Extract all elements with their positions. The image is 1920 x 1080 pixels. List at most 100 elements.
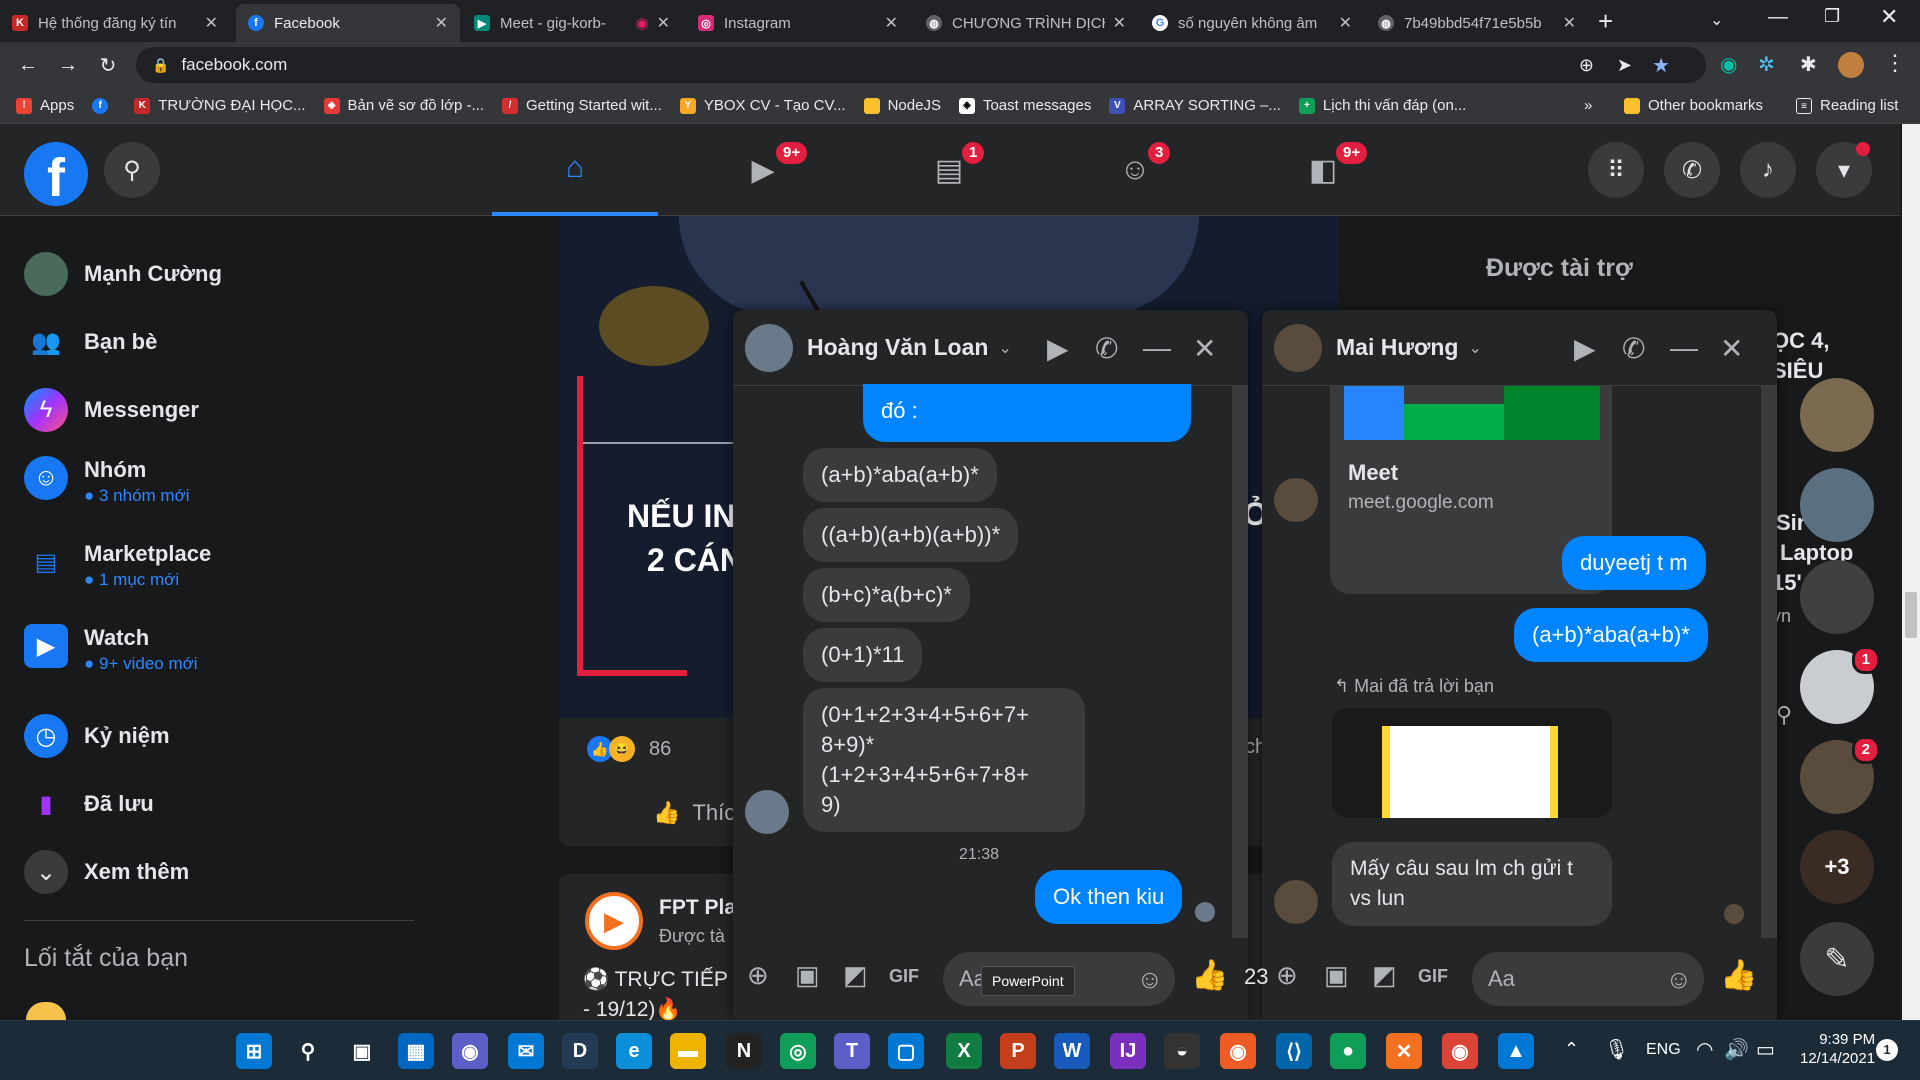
dev-icon[interactable]: D bbox=[562, 1033, 598, 1069]
extension-icon[interactable]: ◉ bbox=[1720, 52, 1737, 77]
plus-circle-icon[interactable]: ⊕ bbox=[1276, 960, 1298, 991]
video-call-icon[interactable]: ▶ bbox=[1047, 332, 1069, 365]
address-bar[interactable]: 🔒 facebook.com ⊕ ➤ ★ bbox=[136, 47, 1706, 83]
tab-search-icon[interactable]: ⌄ bbox=[1710, 10, 1723, 30]
shortcut-avatar[interactable] bbox=[26, 1002, 66, 1020]
restore-icon[interactable]: ❐ bbox=[1824, 6, 1840, 27]
bookmark-item[interactable]: ◈ Bản vẽ sơ đồ lớp -... bbox=[323, 97, 484, 114]
notion-icon[interactable]: N bbox=[726, 1033, 762, 1069]
image-icon[interactable]: ▣ bbox=[795, 960, 820, 991]
chat-scrollbar[interactable] bbox=[1232, 386, 1248, 938]
other-bookmarks[interactable]: Other bookmarks bbox=[1624, 97, 1763, 114]
contact-avatar[interactable] bbox=[1800, 468, 1874, 542]
word-icon[interactable]: W bbox=[1054, 1033, 1090, 1069]
sidebar-item-see-more[interactable]: ⌄ Xem thêm bbox=[24, 850, 189, 894]
mail-icon[interactable]: ✉ bbox=[508, 1033, 544, 1069]
minimize-chat-icon[interactable]: — bbox=[1143, 332, 1171, 364]
language-indicator[interactable]: ENG bbox=[1646, 1041, 1681, 1059]
bookmark-facebook[interactable]: f bbox=[92, 97, 116, 114]
image-attachment[interactable] bbox=[1332, 708, 1612, 818]
sidebar-item-groups[interactable]: ☺ Nhóm ● 3 nhóm mới bbox=[24, 456, 190, 506]
gif-icon[interactable]: GIF bbox=[1418, 966, 1448, 987]
extensions-puzzle-icon[interactable]: ✱ bbox=[1800, 52, 1817, 77]
chrome-icon[interactable]: ◉ bbox=[1442, 1033, 1478, 1069]
emoji-icon[interactable]: ☺ bbox=[1665, 964, 1692, 995]
powerpoint-icon[interactable]: P bbox=[1000, 1033, 1036, 1069]
nav-groups-icon[interactable]: ☺ 3 bbox=[1052, 124, 1218, 216]
minimize-icon[interactable]: — bbox=[1768, 6, 1788, 29]
nav-watch-icon[interactable]: ▶ 9+ bbox=[680, 124, 846, 216]
message-bubble[interactable]: (0+1)*11 bbox=[803, 628, 923, 682]
chat-name[interactable]: Hoàng Văn Loan bbox=[807, 334, 988, 361]
minimize-chat-icon[interactable]: — bbox=[1670, 332, 1698, 364]
widgets-icon[interactable]: ▦ bbox=[398, 1033, 434, 1069]
emoji-icon[interactable]: ☺ bbox=[1136, 964, 1163, 995]
menu-kebab-icon[interactable]: ⋮ bbox=[1884, 50, 1906, 76]
message-bubble[interactable]: duyeetj t m bbox=[1562, 536, 1706, 590]
fpt-play-logo-icon[interactable]: ▶ bbox=[585, 892, 643, 950]
tab-3[interactable]: ◎ Instagram ✕ bbox=[686, 4, 910, 42]
sidebar-item-watch[interactable]: ▶ Watch ● 9+ video mới bbox=[24, 624, 198, 674]
start-icon[interactable]: ⊞ bbox=[236, 1033, 272, 1069]
tab-close-icon[interactable]: ✕ bbox=[657, 13, 670, 33]
tab-close-icon[interactable]: ✕ bbox=[205, 13, 218, 33]
app-icon[interactable]: ◎ bbox=[780, 1033, 816, 1069]
intellij-icon[interactable]: IJ bbox=[1110, 1033, 1146, 1069]
sidebar-item-marketplace[interactable]: ▤ Marketplace ● 1 mục mới bbox=[24, 540, 212, 590]
bookmark-item[interactable]: NodeJS bbox=[863, 97, 941, 114]
window-close-icon[interactable]: ✕ bbox=[1880, 4, 1898, 30]
close-chat-icon[interactable]: ✕ bbox=[1193, 332, 1216, 365]
message-bubble[interactable]: (a+b)*aba(a+b)* bbox=[803, 448, 997, 502]
new-message-icon[interactable]: ✎ bbox=[1800, 922, 1874, 996]
contact-avatar[interactable]: 2 bbox=[1800, 736, 1880, 814]
avatar[interactable] bbox=[1274, 323, 1322, 372]
reaction-summary[interactable]: 👍 😆 86 bbox=[587, 736, 671, 762]
bookmarks-more[interactable]: » bbox=[1584, 97, 1592, 114]
bookmark-item[interactable]: K TRƯỜNG ĐẠI HỌC... bbox=[134, 97, 306, 114]
edge-icon[interactable]: e bbox=[616, 1033, 652, 1069]
contact-avatar[interactable] bbox=[1800, 560, 1874, 634]
message-bubble[interactable]: Ok then kiu bbox=[1035, 870, 1183, 924]
video-call-icon[interactable]: ▶ bbox=[1574, 332, 1596, 365]
more-contacts[interactable]: +3 bbox=[1800, 830, 1874, 904]
profile-avatar[interactable] bbox=[1838, 52, 1864, 78]
bookmark-star-icon[interactable]: ★ bbox=[1652, 53, 1670, 78]
app5-icon[interactable]: ✕ bbox=[1386, 1033, 1422, 1069]
notification-count[interactable]: 1 bbox=[1876, 1039, 1898, 1061]
tab-1[interactable]: f Facebook ✕ bbox=[236, 4, 460, 42]
message-bubble[interactable]: (a+b)*aba(a+b)* bbox=[1514, 608, 1708, 662]
postman-icon[interactable]: ◉ bbox=[1220, 1033, 1256, 1069]
extension2-icon[interactable]: ✲ bbox=[1758, 52, 1775, 77]
message-bubble[interactable]: Mấy câu sau lm ch gửi t vs lun bbox=[1332, 842, 1612, 926]
like-button[interactable]: 👍 Thíc bbox=[653, 800, 735, 826]
tab-close-icon[interactable]: ✕ bbox=[885, 13, 898, 33]
explorer-icon[interactable]: ▬ bbox=[670, 1033, 706, 1069]
contact-avatar[interactable]: 1 bbox=[1800, 646, 1880, 724]
sticker-icon[interactable]: ◩ bbox=[1372, 960, 1397, 991]
chat-name[interactable]: Mai Hương bbox=[1336, 334, 1458, 361]
sidebar-item-saved[interactable]: ▮ Đã lưu bbox=[24, 782, 153, 826]
app2-icon[interactable]: ▢ bbox=[888, 1033, 924, 1069]
bookmark-item[interactable]: V ARRAY SORTING –... bbox=[1109, 97, 1281, 114]
new-tab-button[interactable]: + bbox=[1598, 6, 1613, 37]
close-chat-icon[interactable]: ✕ bbox=[1720, 332, 1743, 365]
nav-marketplace-icon[interactable]: ▤ 1 bbox=[866, 124, 1032, 216]
contact-avatar[interactable] bbox=[1800, 378, 1874, 452]
messenger-icon[interactable]: ✆ bbox=[1664, 142, 1720, 198]
vscode-icon[interactable]: ⟨⟩ bbox=[1276, 1033, 1312, 1069]
bookmark-item[interactable]: / Getting Started wit... bbox=[501, 97, 662, 114]
chevron-down-icon[interactable]: ⌄ bbox=[1468, 338, 1481, 358]
teams-icon[interactable]: T bbox=[834, 1033, 870, 1069]
chat-scrollbar[interactable] bbox=[1761, 386, 1777, 938]
volume-icon[interactable]: 🔊 bbox=[1724, 1037, 1749, 1062]
tab-2[interactable]: ▶ Meet - gig-korb- ◉ ✕ bbox=[462, 4, 682, 42]
tray-chevron-icon[interactable]: ⌃ bbox=[1564, 1039, 1579, 1060]
post-author[interactable]: FPT Pla bbox=[659, 896, 736, 920]
message-bubble[interactable]: (b+c)*a(b+c)* bbox=[803, 568, 970, 622]
zoom-icon[interactable]: ⊕ bbox=[1579, 55, 1594, 76]
bookmark-apps[interactable]: ⁞ Apps bbox=[16, 97, 74, 114]
sidebar-item-profile[interactable]: Mạnh Cường bbox=[24, 252, 222, 296]
task-view-icon[interactable]: ▣ bbox=[344, 1033, 380, 1069]
bookmark-item[interactable]: ◈ Toast messages bbox=[958, 97, 1091, 114]
photos-icon[interactable]: ▲ bbox=[1498, 1033, 1534, 1069]
